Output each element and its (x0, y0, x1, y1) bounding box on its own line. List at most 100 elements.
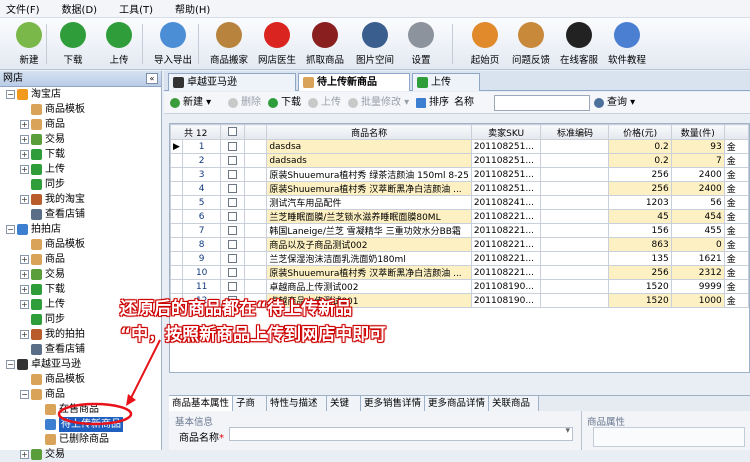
table-row[interactable]: 7 韩国Laneige/兰芝 雪凝精华 三重功效水分BB霜 201108221...… (170, 223, 749, 238)
row-checkbox[interactable] (220, 167, 245, 182)
expand-icon[interactable]: + (20, 150, 29, 159)
download-button[interactable]: 下载 (268, 96, 301, 110)
col-header-price[interactable]: 价格(元) (608, 124, 672, 140)
expand-icon[interactable]: + (20, 120, 29, 129)
tree-node[interactable]: 在售商品 (0, 402, 161, 417)
detail-tab[interactable]: 更多商品详情 (425, 396, 489, 412)
table-row[interactable]: 9 兰芝保湿泡沫洁面乳洗面奶180ml 201108221... 135 1621 金 (170, 251, 749, 266)
table-row[interactable]: 10 原装Shuuemura植村秀 汉萃断黑净白洁颜油 ... 201108221.… (170, 265, 749, 280)
tree-node[interactable]: + 交易 (0, 132, 161, 147)
row-checkbox[interactable] (220, 237, 245, 252)
delete-button[interactable]: 删除 (228, 96, 261, 110)
tree-node[interactable]: − 淘宝店 (0, 87, 161, 102)
toolbar-red-cross-button[interactable]: 网店医生 (254, 20, 300, 68)
row-checkbox[interactable] (220, 181, 245, 196)
tree-node[interactable]: 同步 (0, 177, 161, 192)
detail-tab[interactable]: 子商品 (233, 396, 267, 424)
collapse-icon[interactable]: − (20, 390, 29, 399)
query-button[interactable]: 查询 ▾ (594, 96, 635, 110)
detail-tab[interactable]: 特性与描述 (267, 396, 327, 412)
collapse-icon[interactable]: − (6, 360, 15, 369)
tab-pending-goods[interactable]: 待上传新商品 (298, 73, 410, 91)
toolbar-gear-button[interactable]: 设置 (398, 20, 444, 68)
table-row[interactable]: ▶ 1 dasdsa 201108251... 0.2 93 金 (170, 139, 749, 154)
toolbar-picture-button[interactable]: 图片空间 (352, 20, 398, 68)
tree-node[interactable]: + 交易 (0, 447, 161, 462)
table-row[interactable]: 11 卓越商品上传测试002 201108190... 1520 9999 金 (170, 279, 749, 294)
detail-tab[interactable]: 关联商品 (489, 396, 539, 412)
col-header-qty[interactable]: 数量(件) (670, 124, 725, 140)
tree-node[interactable]: + 我的淘宝 (0, 192, 161, 207)
tab-upload[interactable]: 上传 (412, 73, 480, 91)
toolbar-import-export-button[interactable]: 导入导出 (150, 20, 196, 68)
detail-tab[interactable]: 关键字 (327, 396, 361, 424)
expand-icon[interactable]: + (20, 270, 29, 279)
expand-icon[interactable]: + (20, 255, 29, 264)
tab-shop[interactable]: 卓越亚马逊 (168, 73, 296, 91)
col-header-name[interactable]: 商品名称 (266, 124, 472, 140)
row-checkbox[interactable] (220, 209, 245, 224)
collapse-icon[interactable]: − (6, 225, 15, 234)
tree-node[interactable]: 商品模板 (0, 237, 161, 252)
table-row[interactable]: 5 测试汽车用品配件 201108241... 1203 56 金 (170, 195, 749, 210)
toolbar-download-button[interactable]: 下载 (50, 20, 96, 68)
table-row[interactable]: 4 原装Shuuemura植村秀 汉萃断黑净白洁颜油 ... 201108251..… (170, 181, 749, 196)
table-row[interactable]: 6 兰芝睡眠面膜/兰芝锁水滋养睡眠面膜80ML 201108221... 45 454 金 (170, 209, 749, 224)
expand-icon[interactable]: + (20, 135, 29, 144)
tree-node[interactable]: + 商品 (0, 252, 161, 267)
tree-node[interactable]: + 上传 (0, 162, 161, 177)
tree-node[interactable]: + 下载 (0, 282, 161, 297)
toolbar-upload-button[interactable]: 上传 (96, 20, 142, 68)
detail-tab[interactable]: 更多销售详情 (361, 396, 425, 412)
collapse-panel-button[interactable]: « (146, 73, 158, 84)
row-checkbox[interactable] (220, 153, 245, 168)
new-button[interactable]: 新建 ▾ (170, 96, 211, 110)
tree-node[interactable]: 已删除商品 (0, 432, 161, 447)
expand-icon[interactable]: + (20, 165, 29, 174)
tree-node[interactable]: 待上传新商品 (0, 417, 161, 432)
collapse-icon[interactable]: − (6, 90, 15, 99)
expand-icon[interactable]: + (20, 195, 29, 204)
row-checkbox[interactable] (220, 139, 245, 154)
toolbar-help-button[interactable]: 软件教程 (604, 20, 650, 68)
tree-node[interactable]: − 商品 (0, 387, 161, 402)
expand-icon[interactable]: + (20, 330, 29, 339)
row-checkbox[interactable] (220, 195, 245, 210)
table-row[interactable]: 3 原装Shuuemura植村秀 绿茶洁颜油 150ml 8-25 20110825… (170, 167, 749, 182)
name-search-input[interactable] (494, 95, 590, 111)
tree-node[interactable]: + 商品 (0, 117, 161, 132)
row-checkbox[interactable] (220, 265, 245, 280)
detail-tab[interactable]: 商品基本属性 (169, 396, 233, 412)
toolbar-home-button[interactable]: 起始页 (462, 20, 508, 68)
tree-node[interactable]: 查看店铺 (0, 207, 161, 222)
tree-node[interactable]: − 拍拍店 (0, 222, 161, 237)
expand-icon[interactable]: + (20, 285, 29, 294)
menu-item[interactable]: 数据(D) (62, 1, 98, 16)
tree-node[interactable]: − 卓越亚马逊 (0, 357, 161, 372)
tree-node[interactable]: + 交易 (0, 267, 161, 282)
col-header-sku[interactable]: 卖家SKU (470, 124, 542, 140)
table-row[interactable]: 2 dadsads 201108251... 0.2 7 金 (170, 153, 749, 168)
col-header-code[interactable]: 标准编码 (540, 124, 610, 140)
toolbar-move-goods-button[interactable]: 商品搬家 (206, 20, 252, 68)
batch-edit-button[interactable]: 批量修改 ▾ (348, 96, 409, 110)
menu-item[interactable]: 工具(T) (119, 1, 153, 16)
tree-node[interactable]: + 下载 (0, 147, 161, 162)
menu-item[interactable]: 帮助(H) (175, 1, 210, 16)
row-checkbox[interactable] (220, 223, 245, 238)
row-checkbox[interactable] (220, 251, 245, 266)
expand-icon[interactable]: + (20, 450, 29, 459)
goods-name-input[interactable]: ▾ (229, 426, 573, 441)
toolbar-qq-penguin-button[interactable]: 在线客服 (556, 20, 602, 68)
upload-button[interactable]: 上传 (308, 96, 341, 110)
sort-button[interactable]: 排序 (416, 96, 449, 110)
tree-node[interactable]: 商品模板 (0, 372, 161, 387)
table-row[interactable]: 8 商品以及子商品测试002 201108221... 863 0 金 (170, 237, 749, 252)
row-checkbox[interactable] (220, 279, 245, 294)
toolbar-spider-button[interactable]: 抓取商品 (302, 20, 348, 68)
expand-icon[interactable]: + (20, 300, 29, 309)
select-all-checkbox[interactable] (220, 124, 245, 140)
tree-node[interactable]: 商品模板 (0, 102, 161, 117)
toolbar-feedback-button[interactable]: 问题反馈 (508, 20, 554, 68)
menu-item[interactable]: 文件(F) (6, 1, 40, 16)
